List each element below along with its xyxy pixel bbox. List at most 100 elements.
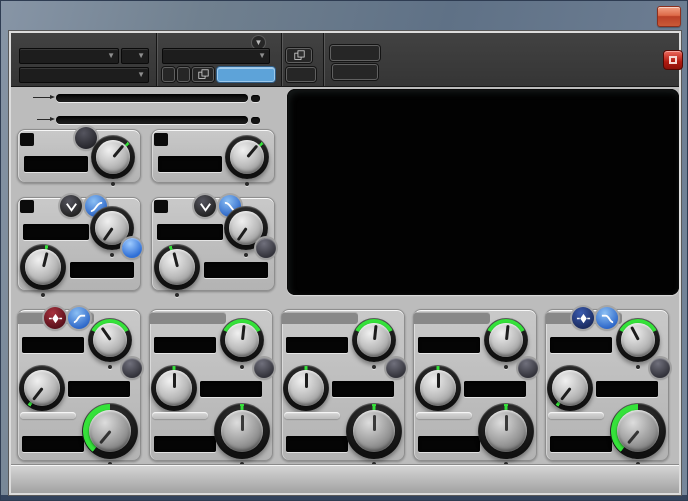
lmf-gain-value[interactable] [154,436,216,452]
lmf-q-value[interactable] [154,337,216,353]
output-assign-selector[interactable]: ▼ [121,48,149,64]
hf-gain-value[interactable] [550,436,612,452]
high-shelf-glyph [601,314,613,323]
hf-gain-knob[interactable] [610,403,666,466]
eq-curve-graph[interactable] [287,89,679,295]
output-clip-led[interactable] [251,117,260,124]
divider [20,412,76,419]
plugin-header: ▼ ▼ ▼ ▼ ▼ [11,33,683,87]
hmf-in-button[interactable] [518,358,538,378]
hpf-slope-value[interactable] [23,224,89,240]
high-shelf-filter-icon[interactable] [596,307,618,329]
lf-q-value[interactable] [22,337,84,353]
mf-q-knob[interactable] [352,318,396,369]
hpf-freq-value[interactable] [70,262,134,278]
lmf-freq-value[interactable] [200,381,262,397]
target-button[interactable] [663,50,683,70]
plugin-window: ▼ ▼ ▼ ▼ ▼ [0,0,688,501]
preset-selector[interactable]: ▼ [162,48,270,64]
lpf-freq-value[interactable] [204,262,268,278]
notch-filter-icon[interactable] [194,195,216,217]
track-selector[interactable]: ▼ [19,48,119,64]
preset-copy-button[interactable] [192,67,214,82]
knob-pointer [436,372,440,388]
mf-q-value[interactable] [286,337,348,353]
hpf-freq-knob[interactable] [20,244,66,297]
hmf-freq-knob[interactable] [415,365,461,418]
copy-icon [197,69,209,79]
input-clip-led[interactable] [251,95,260,102]
hmf-gain-value[interactable] [418,436,480,452]
peak-glyph [48,313,62,323]
target-icon [669,56,677,64]
knob-pointer [372,415,376,431]
automation-safe-button[interactable] [286,67,316,82]
bypass-button[interactable] [330,45,380,61]
lpf-in-button[interactable] [256,238,276,258]
band-header [414,312,490,324]
lf-gain-value[interactable] [22,436,84,452]
eq-curve-panel [287,89,679,295]
lpf-label [154,200,168,213]
header-divider [281,33,282,86]
peak-filter-icon[interactable] [572,307,594,329]
hmf-q-value[interactable] [418,337,480,353]
mf-freq-knob[interactable] [283,365,329,418]
header-divider [323,33,324,86]
peak-filter-icon[interactable] [44,307,66,329]
lmf-gain-knob[interactable] [214,403,270,466]
output-gain-knob[interactable] [225,135,269,186]
hf-q-knob[interactable] [616,318,660,369]
input-gain-knob[interactable] [91,135,135,186]
preset-previous-button[interactable] [162,67,175,82]
compare-button[interactable] [217,67,275,82]
output-meter [56,116,248,124]
lf-in-button[interactable] [122,358,142,378]
chevron-down-icon: ▼ [137,70,145,79]
chevron-down-icon: ▼ [258,51,266,60]
platform-button[interactable] [332,64,378,80]
automation-copy-button[interactable] [286,48,312,63]
mf-gain-value[interactable] [286,436,348,452]
hf-q-value[interactable] [550,337,612,353]
hmf-freq-value[interactable] [464,381,526,397]
output-gain-value[interactable] [158,156,222,172]
lpf-freq-knob[interactable] [154,244,200,297]
low-shelf-filter-icon[interactable] [68,307,90,329]
eq3-plugin-frame: ▼ ▼ ▼ ▼ ▼ [9,31,683,495]
hf-freq-knob[interactable] [547,365,593,418]
hf-in-button[interactable] [650,358,670,378]
lpf-slope-value[interactable] [157,224,223,240]
hmf-gain-knob[interactable] [478,403,534,466]
plugin-footer [11,464,679,493]
mf-freq-value[interactable] [332,381,394,397]
knob-pointer [240,415,244,431]
hf-freq-value[interactable] [596,381,658,397]
notch-filter-icon[interactable] [60,195,82,217]
lf-q-knob[interactable] [88,318,132,369]
lf-freq-value[interactable] [68,381,130,397]
lf-gain-knob[interactable] [82,403,138,466]
knob-pointer [304,372,308,388]
divider [548,412,604,419]
output-label [154,133,168,146]
input-gain-value[interactable] [24,156,88,172]
peak-glyph [576,313,590,323]
lmf-freq-knob[interactable] [151,365,197,418]
window-close-button[interactable] [657,6,681,27]
lf-freq-knob[interactable] [19,365,65,418]
divider [152,412,208,419]
hpf-in-button[interactable] [122,238,142,258]
low-shelf-glyph [73,314,85,323]
preset-next-button[interactable] [177,67,190,82]
hpf-group [17,195,142,297]
lmf-in-button[interactable] [254,358,274,378]
mf-gain-knob[interactable] [346,403,402,466]
lmf-q-knob[interactable] [220,318,264,369]
hmf-q-knob[interactable] [484,318,528,369]
plugin-selector[interactable]: ▼ [19,67,149,83]
band-hf [545,307,670,466]
divider [416,412,472,419]
mf-in-button[interactable] [386,358,406,378]
input-label [20,133,34,146]
